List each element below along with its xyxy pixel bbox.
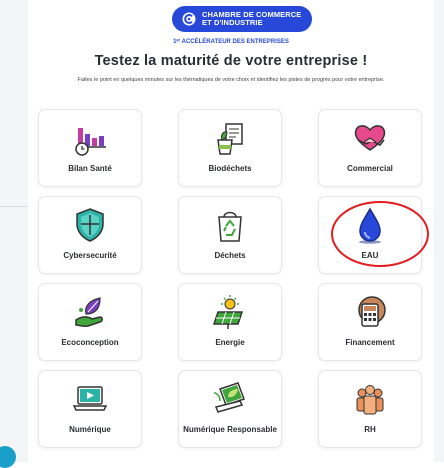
- left-background-panel: [0, 0, 28, 462]
- logo-text: CHAMBRE DE COMMERCE ET D'INDUSTRIE: [202, 11, 301, 27]
- calculator-coin-icon: [358, 296, 386, 327]
- laptop-play-icon: [72, 386, 108, 411]
- hand-leaf-icon: [75, 297, 103, 328]
- card-label: RH: [364, 425, 376, 434]
- page-subtitle: Faites le point en quelques minutes sur …: [77, 77, 385, 83]
- card-label: Cybersecurité: [63, 251, 117, 260]
- card-label: Financement: [345, 338, 395, 347]
- card-label: Bilan Santé: [68, 164, 112, 173]
- card-label: Numérique: [69, 425, 111, 434]
- card-bilan-sante[interactable]: Bilan Santé: [38, 109, 142, 187]
- tagline: 1ᵉʳ ACCÉLÉRATEUR DES ENTREPRISES: [173, 39, 289, 45]
- card-ecoconception[interactable]: Ecoconception: [38, 283, 142, 361]
- left-partial-widget: [0, 446, 16, 468]
- left-divider: [0, 206, 28, 207]
- card-label: Energie: [215, 338, 245, 347]
- card-cybersecurite[interactable]: Cybersecurité: [38, 196, 142, 274]
- card-numerique-responsable[interactable]: Numérique Responsable: [178, 370, 282, 448]
- card-financement[interactable]: Financement: [318, 283, 422, 361]
- logo-line-2: ET D'INDUSTRIE: [202, 18, 263, 27]
- compost-bin-icon: [217, 123, 243, 155]
- card-label: Numérique Responsable: [183, 425, 277, 434]
- card-dechets[interactable]: Déchets: [178, 196, 282, 274]
- card-label: Biodéchets: [208, 164, 252, 173]
- card-label: Commercial: [347, 164, 393, 173]
- page-title: Testez la maturité de votre entreprise !: [94, 53, 368, 69]
- people-group-icon: [356, 385, 384, 415]
- card-label: Déchets: [214, 251, 246, 260]
- card-biodechets[interactable]: Biodéchets: [178, 109, 282, 187]
- cci-logo[interactable]: CHAMBRE DE COMMERCE ET D'INDUSTRIE: [172, 6, 312, 32]
- cci-logo-icon: [182, 12, 196, 26]
- solar-panel-icon: [212, 295, 244, 329]
- eco-laptop-icon: [213, 382, 245, 413]
- card-label: Ecoconception: [61, 338, 119, 347]
- card-energie[interactable]: Energie: [178, 283, 282, 361]
- card-rh[interactable]: RH: [318, 370, 422, 448]
- card-numerique[interactable]: Numérique: [38, 370, 142, 448]
- shield-icon: [76, 208, 104, 242]
- handshake-heart-icon: [354, 125, 386, 151]
- right-background-panel: [434, 0, 444, 462]
- highlight-circle: [331, 201, 429, 267]
- recycle-bag-icon: [218, 211, 242, 242]
- card-commercial[interactable]: Commercial: [318, 109, 422, 187]
- bar-chart-clock-icon: [75, 128, 106, 156]
